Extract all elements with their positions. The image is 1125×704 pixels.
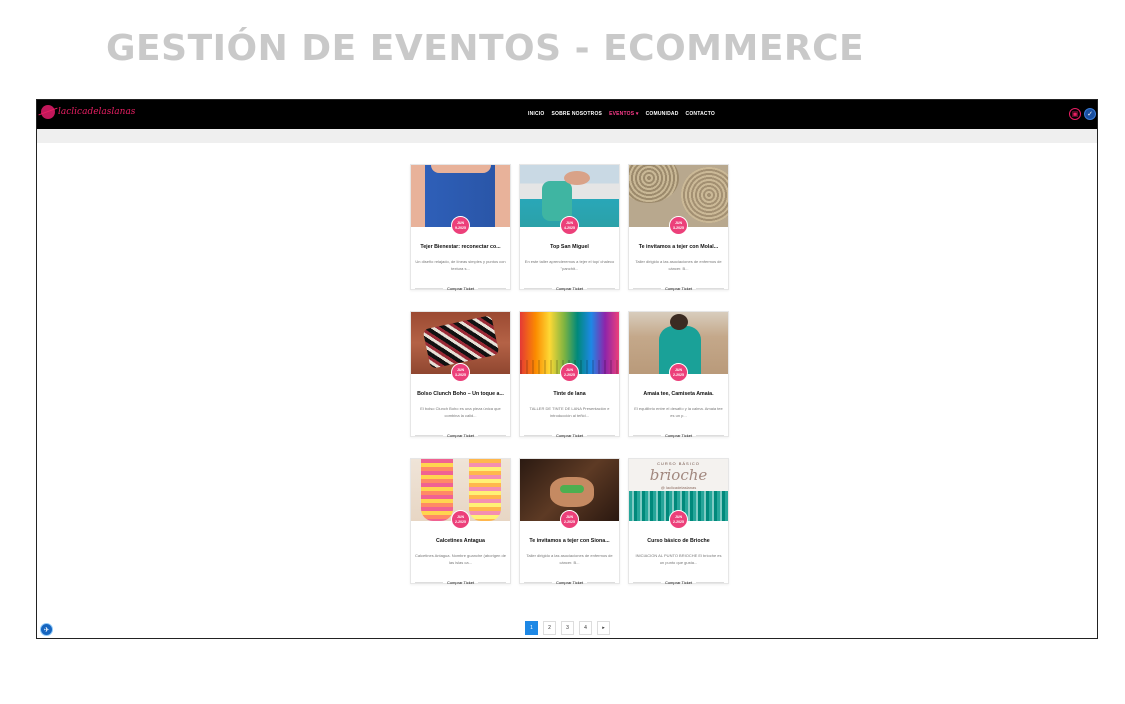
buy-ticket-button[interactable]: Comprar Ticket [665, 286, 692, 291]
event-card[interactable]: JUN 3-2025 Te invitamos a tejer con Molal… [628, 164, 729, 291]
page-heading: GESTIÓN DE EVENTOS - ECOMMERCE [106, 28, 865, 69]
sub-bar [37, 129, 1097, 143]
date-badge: JUN 3-2025 [669, 216, 688, 235]
event-card[interactable]: CURSO BÁSICO brioche @ laclicadelaslanas… [628, 458, 729, 585]
date-badge: JUN 4-2025 [560, 216, 579, 235]
site-logo[interactable]: laclicadelaslanas [41, 105, 135, 119]
event-description: El equilibrio entre el desafío y la calm… [634, 406, 723, 418]
event-description: INICIACION AL PUNTO BRIOCHE El brioche e… [635, 553, 722, 565]
page-3-button[interactable]: 3 [561, 621, 574, 635]
event-description: El bolso Clunch Boho es una pieza única … [420, 406, 501, 418]
card-footer: Comprar Ticket [411, 286, 510, 291]
buy-ticket-button[interactable]: Comprar Ticket [556, 580, 583, 585]
badge-date: 9-2025 [455, 225, 466, 230]
event-description: Taller dirigido a las asociaciones de en… [635, 259, 722, 271]
event-card[interactable]: JUN 4-2025 Top San Miguel En este taller … [519, 164, 620, 291]
pagination: 1 2 3 4 ▸ [525, 621, 610, 635]
card-footer: Comprar Ticket [629, 433, 728, 438]
browser-frame: laclicadelaslanas INICIO SOBRE NOSOTROS … [36, 99, 1098, 639]
event-card[interactable]: JUN 2-2025 Calcetines Antagua Calcetines … [410, 458, 511, 585]
badge-date: 2-2025 [564, 519, 575, 524]
buy-ticket-button[interactable]: Comprar Ticket [447, 433, 474, 438]
card-footer: Comprar Ticket [520, 580, 619, 585]
buy-ticket-button[interactable]: Comprar Ticket [556, 433, 583, 438]
date-badge: JUN 2-2025 [560, 510, 579, 529]
page-4-button[interactable]: 4 [579, 621, 592, 635]
navbar: laclicadelaslanas INICIO SOBRE NOSOTROS … [37, 100, 1097, 129]
event-title[interactable]: Te invitamos a tejer con Siona... [520, 538, 619, 544]
nav-item-sobre-nosotros[interactable]: SOBRE NOSOTROS [551, 111, 602, 117]
event-card[interactable]: JUN 9-2025 Tejer Bienestar: reconectar co… [410, 164, 511, 291]
nav-icons: ▣ ✓ [1069, 108, 1096, 120]
event-title[interactable]: Tejer Bienestar: reconectar co... [411, 244, 510, 250]
date-badge: JUN 2-2025 [669, 510, 688, 529]
event-title[interactable]: Curso básico de Brioche [629, 538, 728, 544]
buy-ticket-button[interactable]: Comprar Ticket [556, 286, 583, 291]
event-title[interactable]: Tinte de lana [520, 391, 619, 397]
main-nav: INICIO SOBRE NOSOTROS EVENTOS ▾ COMUNIDA… [528, 111, 715, 117]
card-footer: Comprar Ticket [520, 433, 619, 438]
nav-item-contacto[interactable]: CONTACTO [686, 111, 715, 117]
buy-ticket-button[interactable]: Comprar Ticket [447, 580, 474, 585]
buy-ticket-button[interactable]: Comprar Ticket [447, 286, 474, 291]
badge-date: 2-2025 [564, 372, 575, 377]
badge-date: 4-2025 [564, 225, 575, 230]
events-grid: JUN 9-2025 Tejer Bienestar: reconectar co… [410, 164, 730, 585]
date-badge: JUN 2-2025 [560, 363, 579, 382]
date-badge: JUN 2-2025 [669, 363, 688, 382]
badge-date: 3-2025 [673, 225, 684, 230]
badge-date: 2-2025 [673, 372, 684, 377]
event-description: TALLER DE TINTE DE LANA Presentación e i… [529, 406, 610, 418]
page-1-button[interactable]: 1 [525, 621, 538, 635]
event-card[interactable]: JUN 2-2025 Amaia tee, Camiseta Amaia. El … [628, 311, 729, 438]
badge-date: 3-2025 [455, 372, 466, 377]
next-page-button[interactable]: ▸ [597, 621, 610, 635]
page-2-button[interactable]: 2 [543, 621, 556, 635]
logo-text: laclicadelaslanas [58, 107, 136, 117]
event-card[interactable]: JUN 3-2025 Bolso Clunch Boho – Un toque a… [410, 311, 511, 438]
event-title[interactable]: Te invitamos a tejer con Molal... [629, 244, 728, 250]
yarn-ball-icon [41, 105, 55, 119]
event-description: En este taller aprenderemos a tejer el t… [524, 259, 615, 271]
nav-item-comunidad[interactable]: COMUNIDAD [646, 111, 679, 117]
event-title[interactable]: Bolso Clunch Boho – Un toque a... [411, 391, 510, 397]
event-card[interactable]: JUN 2-2025 Te invitamos a tejer con Siona… [519, 458, 620, 585]
brioche-image-sub: @ laclicadelaslanas [660, 485, 697, 490]
badge-date: 2-2025 [455, 519, 466, 524]
nav-item-eventos[interactable]: EVENTOS ▾ [609, 111, 639, 117]
card-footer: Comprar Ticket [629, 286, 728, 291]
event-title[interactable]: Top San Miguel [520, 244, 619, 250]
card-footer: Comprar Ticket [629, 580, 728, 585]
buy-ticket-button[interactable]: Comprar Ticket [665, 433, 692, 438]
date-badge: JUN 9-2025 [451, 216, 470, 235]
event-description: Calcetines Antagua. Nombre guanche (abor… [415, 553, 506, 565]
event-title[interactable]: Amaia tee, Camiseta Amaia. [629, 391, 728, 397]
event-card[interactable]: JUN 2-2025 Tinte de lana TALLER DE TINTE … [519, 311, 620, 438]
card-footer: Comprar Ticket [411, 433, 510, 438]
accessibility-icon[interactable]: ✈ [40, 623, 53, 636]
event-title[interactable]: Calcetines Antagua [411, 538, 510, 544]
edit-icon[interactable]: ✓ [1084, 108, 1096, 120]
date-badge: JUN 2-2025 [451, 510, 470, 529]
buy-ticket-button[interactable]: Comprar Ticket [665, 580, 692, 585]
badge-date: 2-2025 [673, 519, 684, 524]
card-footer: Comprar Ticket [411, 580, 510, 585]
bag-icon[interactable]: ▣ [1069, 108, 1081, 120]
nav-item-inicio[interactable]: INICIO [528, 111, 544, 117]
brioche-image-word: brioche [649, 466, 708, 484]
event-description: Taller dirigido a las asociaciones de en… [526, 553, 613, 565]
event-description: Un diseño relajado, de líneas simples y … [415, 259, 506, 271]
card-footer: Comprar Ticket [520, 286, 619, 291]
date-badge: JUN 3-2025 [451, 363, 470, 382]
